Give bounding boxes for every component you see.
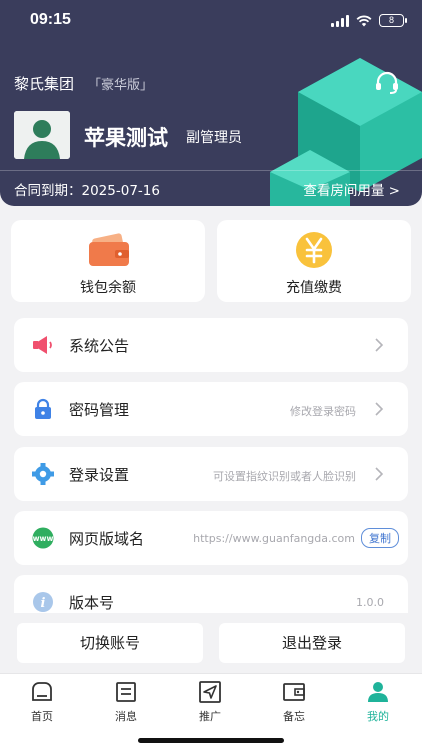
recharge-card[interactable]: 充值缴费 xyxy=(217,220,411,302)
speaker-icon xyxy=(33,336,52,354)
menu-login-settings[interactable]: 登录设置 可设置指纹识别或者人脸识别 xyxy=(14,447,408,501)
www-icon: www xyxy=(32,527,54,549)
chevron-right-icon xyxy=(375,338,384,352)
wallet-icon xyxy=(89,233,129,266)
headset-support-icon[interactable] xyxy=(372,68,402,98)
gear-icon xyxy=(32,463,54,485)
user-role: 副管理员 xyxy=(186,130,242,146)
yuan-coin-icon xyxy=(296,232,332,268)
switch-account-button[interactable]: 切换账号 xyxy=(17,623,203,663)
home-icon xyxy=(32,682,52,701)
tab-label: 我的 xyxy=(367,710,389,723)
profile-header: 09:15 8 黎氏集团 「豪华版」 苹果测试 副管理员 合同到期：2025-0… xyxy=(0,0,422,206)
domain-url: https://www.guanfangda.com xyxy=(193,532,355,545)
tab-label: 备忘 xyxy=(283,710,305,723)
version-value: 1.0.0 xyxy=(356,596,384,609)
menu-web-domain: www 网页版域名 https://www.guanfangda.com 复制 xyxy=(14,511,408,565)
signal-icon xyxy=(331,14,349,27)
menu-label: 版本号 xyxy=(69,594,115,612)
menu-label: 登录设置 xyxy=(69,466,130,484)
status-time: 09:15 xyxy=(30,11,71,28)
battery-icon: 8 xyxy=(379,14,407,27)
info-icon: i xyxy=(33,592,53,612)
menu-hint: 修改登录密码 xyxy=(290,405,356,418)
menu-label: 系统公告 xyxy=(69,337,130,355)
tab-home[interactable]: 首页 xyxy=(0,680,84,724)
avatar[interactable] xyxy=(14,111,70,159)
chevron-right-icon xyxy=(375,402,384,416)
contract-expiry: 合同到期：2025-07-16 xyxy=(14,183,160,199)
tab-label: 消息 xyxy=(115,710,137,723)
tab-memo[interactable]: 备忘 xyxy=(252,680,336,724)
logout-button[interactable]: 退出登录 xyxy=(219,623,405,663)
menu-label: 密码管理 xyxy=(69,401,130,419)
company-name: 黎氏集团 xyxy=(14,75,75,93)
tab-messages[interactable]: 消息 xyxy=(84,680,168,724)
tab-label: 推广 xyxy=(199,710,221,723)
send-icon xyxy=(199,681,221,703)
menu-label: 网页版域名 xyxy=(69,530,145,548)
wallet-balance-card[interactable]: 钱包余额 xyxy=(11,220,205,302)
battery-level: 8 xyxy=(388,15,394,25)
message-icon xyxy=(116,682,136,702)
wallet-balance-label: 钱包余额 xyxy=(80,280,136,296)
tab-profile[interactable]: 我的 xyxy=(336,680,420,724)
account-actions: 切换账号 退出登录 xyxy=(0,613,422,673)
recharge-label: 充值缴费 xyxy=(286,280,342,296)
avatar-person-icon xyxy=(14,111,70,159)
room-usage-link[interactable]: 查看房间用量 > xyxy=(303,179,400,199)
memo-icon xyxy=(283,683,305,701)
status-bar: 09:15 8 xyxy=(0,0,422,44)
tab-promote[interactable]: 推广 xyxy=(168,680,252,724)
menu-password-management[interactable]: 密码管理 修改登录密码 xyxy=(14,382,408,436)
copy-button[interactable]: 复制 xyxy=(361,528,399,548)
tab-label: 首页 xyxy=(31,710,53,723)
user-name: 苹果测试 xyxy=(84,126,168,150)
svg-text:www: www xyxy=(33,534,54,543)
profile-icon xyxy=(368,682,388,702)
chevron-right-icon xyxy=(375,467,384,481)
menu-system-announcement[interactable]: 系统公告 xyxy=(14,318,408,372)
wifi-icon xyxy=(356,15,372,26)
svg-text:i: i xyxy=(41,596,46,611)
lock-icon xyxy=(35,398,51,419)
menu-hint: 可设置指纹识别或者人脸识别 xyxy=(213,470,356,483)
home-indicator xyxy=(138,738,284,743)
edition-label: 「豪华版」 xyxy=(88,78,154,93)
header-divider xyxy=(0,170,422,171)
